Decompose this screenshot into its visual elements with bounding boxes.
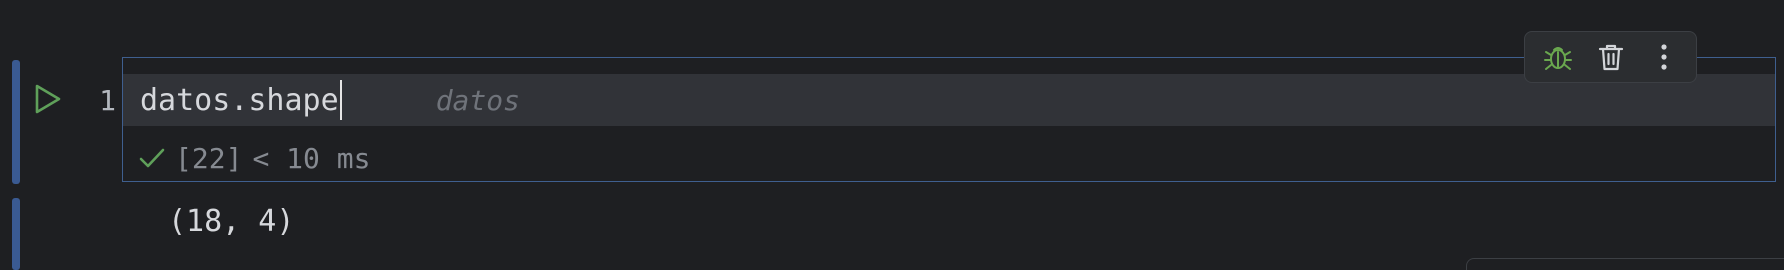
code-text[interactable]: datos.shape xyxy=(140,83,339,118)
delete-cell-button[interactable] xyxy=(1591,37,1631,77)
run-cell-button[interactable] xyxy=(30,82,64,116)
checkmark-icon xyxy=(139,148,165,168)
output-toolbar-edge xyxy=(1466,258,1784,270)
execution-status: [22] < 10 ms xyxy=(139,138,370,178)
cell-input-marker[interactable] xyxy=(12,60,20,184)
inline-type-hint: datos xyxy=(435,83,520,117)
more-vertical-icon xyxy=(1660,44,1667,70)
play-icon xyxy=(35,84,61,114)
line-number: 1 xyxy=(99,84,116,117)
execution-duration: < 10 ms xyxy=(252,141,371,175)
cell-output-marker[interactable] xyxy=(12,198,20,270)
more-options-button[interactable] xyxy=(1644,37,1684,77)
cell-toolbar xyxy=(1524,31,1697,83)
cell-output: (18, 4) xyxy=(168,204,295,239)
execution-count: [22] xyxy=(175,141,243,175)
text-caret xyxy=(339,80,342,120)
trash-icon xyxy=(1598,44,1623,71)
notebook-cell-area: 1 datos.shape datos [22] < 10 ms (18, 4) xyxy=(0,0,1784,270)
bug-icon xyxy=(1543,47,1572,70)
code-line[interactable]: datos.shape datos xyxy=(140,76,520,124)
debug-cell-button[interactable] xyxy=(1538,37,1578,77)
